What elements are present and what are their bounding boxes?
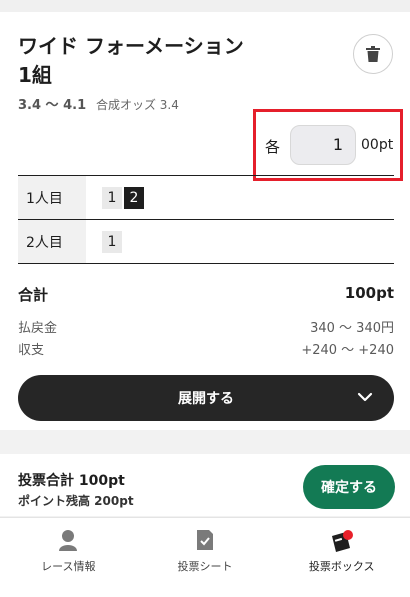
ticket-title: ワイド フォーメーション 1組 (18, 32, 278, 90)
odds-range: 3.4 〜 4.1 (18, 98, 87, 113)
selection-numbers: 1 (100, 230, 122, 253)
horse-number: 1 (102, 230, 122, 253)
ticket-box-icon (328, 528, 356, 560)
balance-label: 収支 (18, 343, 45, 358)
horse-number: 2 (124, 186, 144, 209)
selection-row-1: 1人目 1 2 (18, 175, 394, 219)
selection-numbers: 1 2 (100, 186, 144, 209)
selection-table: 1人目 1 2 2人目 1 (18, 175, 394, 264)
person-icon (56, 528, 80, 556)
bottom-tab-bar: レース情報 投票シート 投票ボックス (0, 517, 410, 597)
total-label: 合計 (18, 286, 49, 304)
tab-label: 投票ボックス (308, 560, 375, 573)
sheet-icon (194, 528, 216, 556)
bet-total: 投票合計 100pt (18, 473, 125, 489)
trash-icon (366, 46, 380, 62)
total-row: 合計 100pt (18, 284, 394, 305)
each-label: 各 (265, 138, 281, 156)
delete-button[interactable] (353, 34, 393, 74)
payout-row: 払戻金 340 〜 340円 (18, 317, 394, 336)
chevron-down-icon (357, 392, 373, 402)
notification-badge (342, 530, 353, 540)
expand-button[interactable]: 展開する (18, 375, 394, 421)
ticket-card: ワイド フォーメーション 1組 3.4 〜 4.1 合成オッズ 3.4 各 1 … (0, 12, 410, 430)
top-strip (0, 0, 410, 12)
tab-label: 投票シート (177, 560, 233, 573)
expand-button-label: 展開する (178, 391, 234, 407)
payout-value: 340 〜 340円 (310, 321, 394, 336)
points-balance: ポイント残高 200pt (18, 494, 134, 508)
amount-unit: 00pt (361, 137, 394, 153)
ticket-title-line2: 1組 (18, 63, 52, 87)
selection-row-label: 1人目 (18, 176, 86, 219)
tab-bet-sheet[interactable]: 投票シート (137, 518, 274, 597)
horse-number: 1 (102, 186, 122, 209)
balance-row: 収支 +240 〜 +240 (18, 339, 394, 358)
selection-row-2: 2人目 1 (18, 219, 394, 264)
combined-odds: 合成オッズ 3.4 (95, 98, 179, 112)
payout-label: 払戻金 (18, 321, 58, 336)
balance-value: +240 〜 +240 (301, 343, 394, 358)
tab-race-info[interactable]: レース情報 (0, 518, 137, 597)
bet-summary-bar: 投票合計 100pt ポイント残高 200pt 確定する (0, 454, 410, 516)
selection-row-label: 2人目 (18, 220, 86, 263)
ticket-title-line1: ワイド フォーメーション (18, 34, 244, 58)
tab-label: レース情報 (41, 560, 96, 573)
tab-bet-box[interactable]: 投票ボックス (273, 518, 410, 597)
confirm-button[interactable]: 確定する (303, 465, 395, 509)
total-value: 100pt (344, 284, 394, 302)
odds-row: 3.4 〜 4.1 合成オッズ 3.4 (18, 94, 179, 113)
amount-input[interactable]: 1 (290, 125, 356, 165)
